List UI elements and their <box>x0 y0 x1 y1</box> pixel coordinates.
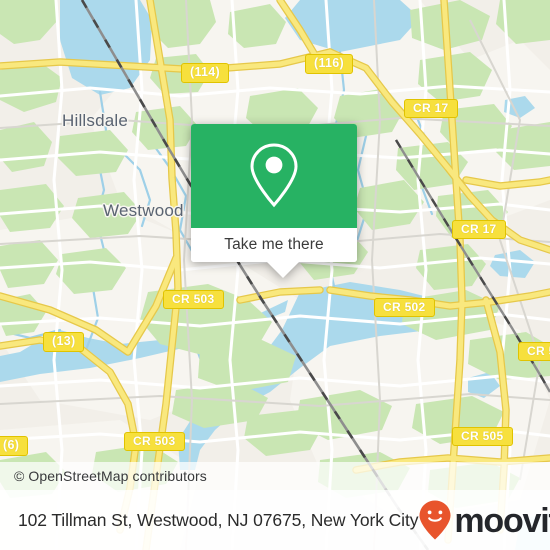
route-shield-114[interactable]: (114) <box>181 63 229 83</box>
moovit-smiley-pin-icon <box>419 500 451 540</box>
moovit-wordmark: moovit <box>454 502 550 540</box>
route-shield-cr503-north[interactable]: CR 503 <box>163 290 224 309</box>
moovit-brand[interactable]: moovit <box>418 499 550 541</box>
take-me-there-label: Take me there <box>224 236 324 253</box>
take-me-there-button[interactable]: Take me there <box>191 228 357 262</box>
callout-header <box>191 124 357 228</box>
attribution-text[interactable]: © OpenStreetMap contributors <box>0 468 207 484</box>
route-shield-6[interactable]: (6) <box>0 436 29 456</box>
route-shield-cr17-north[interactable]: CR 17 <box>404 99 458 118</box>
moovit-map-screenshot: Hillsdale Westwood (114) (116) CR 17 CR … <box>0 0 550 550</box>
route-shield-13[interactable]: (13) <box>43 332 85 352</box>
map-attribution-bar: © OpenStreetMap contributors <box>0 462 550 490</box>
callout-body: Take me there <box>191 124 357 262</box>
route-shield-cr17-south[interactable]: CR 17 <box>452 220 506 239</box>
route-shield-cr505[interactable]: CR 505 <box>452 427 513 446</box>
callout-pointer-tail <box>266 261 300 278</box>
destination-callout-card[interactable]: Take me there <box>191 124 357 278</box>
route-shield-116[interactable]: (116) <box>305 54 353 74</box>
route-shield-cr50[interactable]: CR 50 <box>518 342 550 361</box>
route-shield-cr503-south[interactable]: CR 503 <box>124 432 185 451</box>
route-shield-cr502[interactable]: CR 502 <box>374 298 435 317</box>
map-pin-icon <box>250 143 298 208</box>
footer-bar: 102 Tillman St, Westwood, NJ 07675, New … <box>0 490 550 550</box>
address-label: 102 Tillman St, Westwood, NJ 07675, New … <box>18 509 419 530</box>
